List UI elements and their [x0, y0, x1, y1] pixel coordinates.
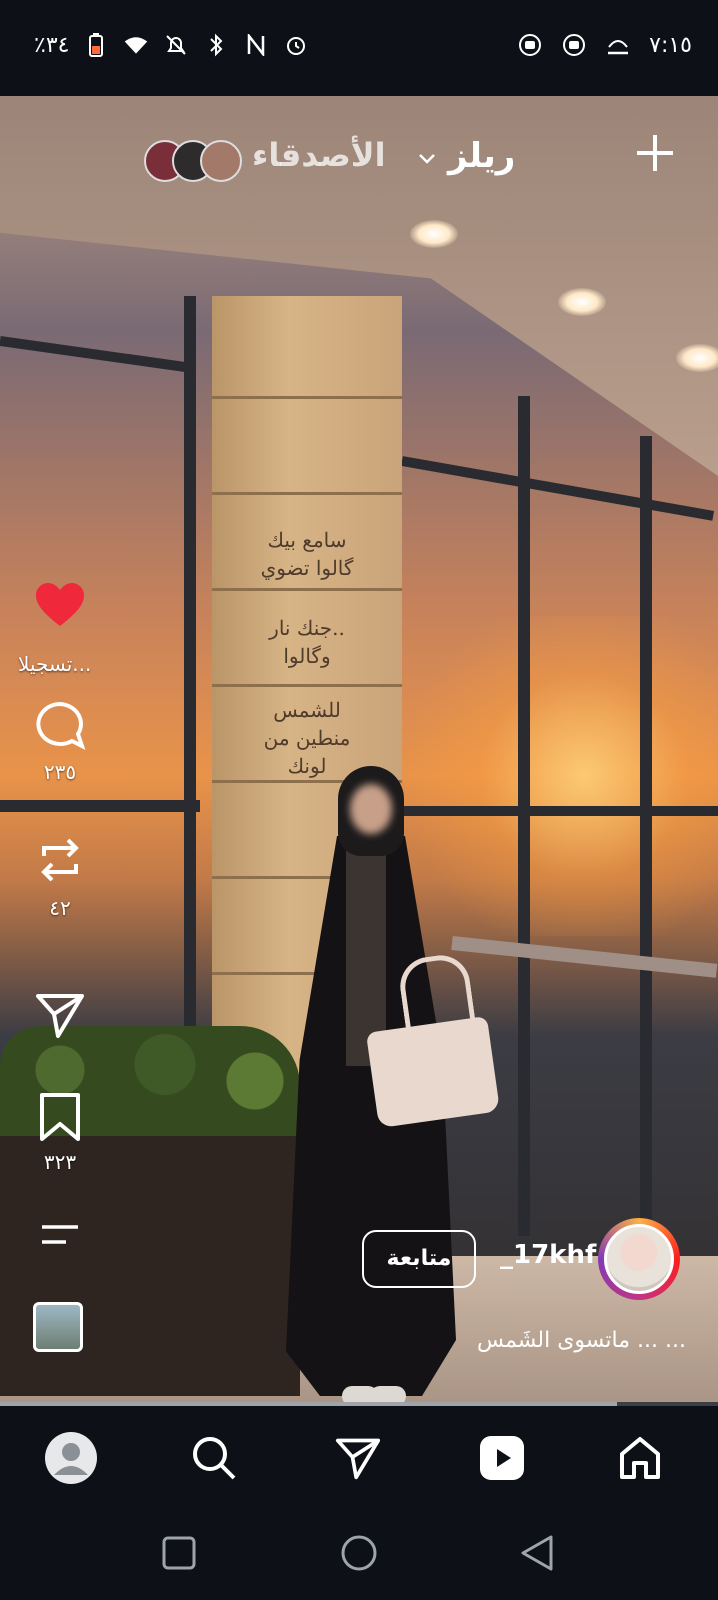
ceiling-light [558, 288, 606, 316]
window-mullion [518, 396, 530, 1236]
comments-count: ٢٣٥ [43, 760, 77, 784]
saves-count: ٣٢٣ [43, 1150, 77, 1174]
cast-icon [605, 32, 631, 58]
recents-button[interactable] [154, 1528, 204, 1578]
wifi-icon [123, 32, 149, 58]
follow-button[interactable]: متابعة [362, 1230, 476, 1288]
chevron-down-icon[interactable] [418, 150, 436, 164]
railing [451, 936, 718, 978]
friend-avatar [200, 140, 242, 182]
clock: ٧:١٥ [649, 32, 692, 58]
window-transom [0, 800, 200, 812]
repost-icon [34, 838, 86, 892]
save-button[interactable]: ٣٢٣ [30, 1092, 90, 1174]
like-button[interactable] [34, 582, 86, 628]
menu-icon [38, 1225, 82, 1252]
ceiling-light [410, 220, 458, 248]
search-icon[interactable] [186, 1430, 242, 1486]
window-mullion [184, 296, 196, 1126]
reel-video[interactable]: سامع بيك گالوا تضوي جنك نار.. وگالوا للش… [0, 96, 718, 1402]
status-bar: ٪٣٤ ٧:١٥ [0, 0, 718, 96]
alarm-icon [283, 32, 309, 58]
tab-reels[interactable]: ريلز [448, 136, 515, 176]
app-notification-icon [561, 32, 587, 58]
poster-text: سامع بيك گالوا تضوي [260, 528, 354, 580]
home-icon[interactable] [612, 1430, 668, 1486]
bookmark-icon [38, 1093, 82, 1146]
ceiling-light [676, 344, 718, 372]
comment-icon [34, 701, 86, 756]
tab-friends[interactable]: الأصدقاء [252, 136, 386, 174]
bluetooth-icon [203, 32, 229, 58]
audio-avatar[interactable] [33, 1302, 83, 1352]
comment-button[interactable]: ٢٣٥ [30, 700, 90, 784]
app-notification-icon [517, 32, 543, 58]
author-avatar[interactable] [598, 1218, 680, 1300]
author-username[interactable]: _17khf [500, 1240, 596, 1270]
friends-avatars[interactable] [144, 140, 244, 182]
reposts-count: ٤٢ [49, 896, 71, 920]
window-transom [0, 336, 189, 373]
notifications-off-icon [163, 32, 189, 58]
send-icon [34, 994, 86, 1044]
battery-icon [83, 32, 109, 58]
reels-tab-icon[interactable] [474, 1430, 530, 1486]
nfc-icon [243, 32, 269, 58]
battery-percent: ٪٣٤ [34, 32, 70, 58]
home-button[interactable] [334, 1528, 384, 1578]
plus-icon[interactable] [634, 132, 676, 174]
window-mullion [640, 436, 652, 1296]
more-options-button[interactable] [30, 1222, 90, 1252]
reel-caption[interactable]: ماتسوى الشَمس ... ... [477, 1328, 686, 1353]
likes-label[interactable]: تسجيلا... [18, 652, 91, 676]
messages-send-icon[interactable] [330, 1430, 386, 1486]
back-button[interactable] [512, 1528, 562, 1578]
repost-button[interactable]: ٤٢ [30, 832, 90, 920]
system-navigation [0, 1506, 718, 1600]
share-button[interactable] [30, 990, 90, 1044]
window-transom [401, 456, 715, 521]
bottom-navigation [0, 1406, 718, 1506]
profile-tab[interactable] [43, 1430, 99, 1486]
poster-text: جنك نار.. وگالوا [269, 616, 345, 668]
handbag [365, 1015, 501, 1129]
